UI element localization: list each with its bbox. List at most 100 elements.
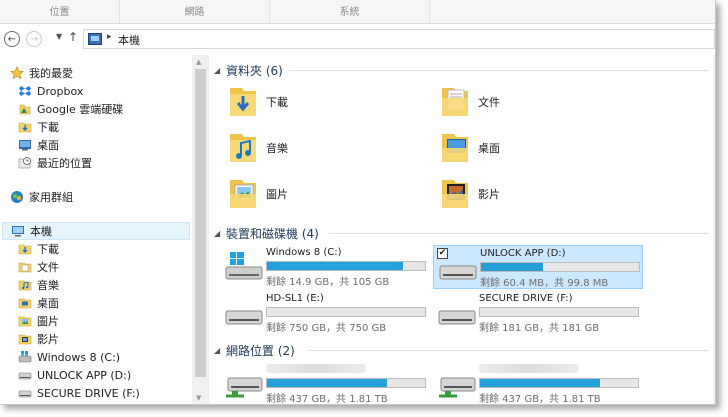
nav-item-drive-d[interactable]: UNLOCK APP (D:) <box>18 366 208 384</box>
scroll-down-icon[interactable]: ▼ <box>196 394 201 402</box>
nav-label: 圖片 <box>37 315 59 328</box>
documents-folder-icon <box>442 88 468 116</box>
ribbon-tabs: 位置 網路 系統 <box>0 0 715 24</box>
drive-status: 剩餘 437 GB，共 1.81 TB <box>266 394 388 405</box>
nav-label: 本機 <box>30 225 52 238</box>
group-header-devices[interactable]: ◢ 裝置和磁碟機 (4) <box>214 223 709 243</box>
folder-music[interactable]: 音樂 <box>218 128 418 172</box>
pictures-folder-icon <box>18 314 32 328</box>
drive-usage-fill <box>267 262 403 270</box>
divider <box>289 70 709 71</box>
folder-pictures[interactable]: 圖片 <box>218 174 418 218</box>
downloads-folder-icon <box>18 242 32 256</box>
drive-usage-bar <box>266 261 426 271</box>
collapse-icon[interactable]: ◢ <box>214 66 226 75</box>
divider <box>329 233 709 234</box>
removable-drive-icon <box>439 265 477 280</box>
pictures-folder-icon <box>230 180 256 208</box>
videos-folder-icon <box>18 332 32 346</box>
nav-item-downloads-pc[interactable]: 下載 <box>18 240 208 258</box>
hard-drive-icon <box>225 310 263 325</box>
nav-label: 我的最愛 <box>29 67 73 80</box>
drive-c[interactable]: Windows 8 (C:) 剩餘 14.9 GB，共 105 GB <box>220 245 430 289</box>
collapse-icon[interactable]: ◢ <box>214 346 226 355</box>
nav-item-desktop[interactable]: 桌面 <box>18 136 208 154</box>
nav-item-drive-c[interactable]: Windows 8 (C:) <box>18 348 208 366</box>
collapse-icon[interactable]: ◢ <box>214 229 226 238</box>
nav-item-documents[interactable]: 文件 <box>18 258 208 276</box>
folder-documents[interactable]: 文件 <box>430 82 630 126</box>
navigation-pane: 我的最愛 Dropbox Google 雲端硬碟 下載 桌面 最近的位置 家用群… <box>0 55 192 404</box>
drive-name: SECURE DRIVE (F:) <box>479 293 573 304</box>
nav-this-pc[interactable]: 本機 <box>2 222 190 240</box>
drive-d[interactable]: ✔ UNLOCK APP (D:) 剩餘 60.4 MB，共 99.8 MB <box>433 245 643 289</box>
nav-homegroup[interactable]: 家用群組 <box>10 188 200 206</box>
up-button[interactable]: ↑ <box>68 30 78 44</box>
removable-drive-icon <box>438 310 476 325</box>
desktop-folder-icon <box>18 296 32 310</box>
drive-status: 剩餘 181 GB，共 181 GB <box>479 323 600 334</box>
breadcrumb[interactable]: 本機 <box>118 32 140 48</box>
forward-button[interactable]: → <box>26 31 42 47</box>
back-button[interactable]: ← <box>4 31 20 47</box>
drive-name: HD-SL1 (E:) <box>266 293 324 304</box>
google-drive-icon <box>18 102 32 116</box>
nav-label: Google 雲端硬碟 <box>37 103 124 116</box>
content-scrollbar[interactable] <box>713 55 715 404</box>
drive-usage-bar <box>479 307 639 317</box>
nav-item-drive-f[interactable]: SECURE DRIVE (F:) <box>18 384 208 402</box>
nav-favorites[interactable]: 我的最愛 <box>10 64 200 82</box>
nav-label: 家用群組 <box>29 191 73 204</box>
tab-location[interactable]: 位置 <box>0 0 120 24</box>
breadcrumb-separator-icon[interactable]: ▸ <box>107 32 112 42</box>
folder-desktop[interactable]: 桌面 <box>430 128 630 172</box>
drive-usage-bar <box>266 378 426 388</box>
nav-item-desktop-pc[interactable]: 桌面 <box>18 294 208 312</box>
nav-label: UNLOCK APP (D:) <box>37 368 132 382</box>
tab-network[interactable]: 網路 <box>120 0 270 24</box>
folder-label: 下載 <box>266 96 288 109</box>
address-input[interactable]: ▸ 本機 <box>83 29 715 49</box>
nav-item-google-drive[interactable]: Google 雲端硬碟 <box>18 100 208 118</box>
nav-item-recent-places[interactable]: 最近的位置 <box>18 154 208 172</box>
nav-item-pictures[interactable]: 圖片 <box>18 312 208 330</box>
nav-item-videos[interactable]: 影片 <box>18 330 208 348</box>
nav-label: 下載 <box>37 121 59 134</box>
up-arrow-icon: ↑ <box>68 30 79 44</box>
recent-locations-dropdown[interactable]: ▼ <box>56 32 62 41</box>
homegroup-icon <box>10 190 24 204</box>
drive-usage-bar <box>480 262 640 272</box>
network-location-2[interactable]: 剩餘 437 GB，共 1.81 TB <box>433 362 643 404</box>
scroll-up-icon[interactable]: ▲ <box>196 58 201 66</box>
drive-status: 剩餘 14.9 GB，共 105 GB <box>266 277 390 288</box>
explorer-window: 位置 網路 系統 ← → ▼ ↑ ▸ 本機 我的最愛 Dropbox Googl… <box>0 0 716 405</box>
folder-videos[interactable]: 影片 <box>430 174 630 218</box>
nav-label: 桌面 <box>37 297 59 310</box>
folder-label: 桌面 <box>478 142 500 155</box>
tab-system[interactable]: 系統 <box>270 0 430 24</box>
windows-drive-icon <box>18 350 32 364</box>
network-location-1[interactable]: 剩餘 437 GB，共 1.81 TB <box>220 362 430 405</box>
nav-item-music[interactable]: 音樂 <box>18 276 208 294</box>
group-header-folders[interactable]: ◢ 資料夾 (6) <box>214 60 709 80</box>
desktop-icon <box>18 138 32 152</box>
nav-item-downloads[interactable]: 下載 <box>18 118 208 136</box>
folder-downloads[interactable]: 下載 <box>218 82 418 126</box>
drive-e[interactable]: HD-SL1 (E:) 剩餘 750 GB，共 750 GB <box>220 291 430 335</box>
nav-label: 影片 <box>37 333 59 346</box>
drive-usage-fill <box>267 379 388 387</box>
forward-arrow-icon: → <box>29 33 39 45</box>
scrollbar-thumb[interactable] <box>195 69 206 377</box>
navigation-scrollbar[interactable]: ▲ ▼ <box>192 55 209 404</box>
divider <box>309 350 709 351</box>
drive-name-blurred <box>266 364 366 376</box>
drive-name: Windows 8 (C:) <box>266 247 342 258</box>
nav-label: SECURE DRIVE (F:) <box>37 386 140 400</box>
group-title: 裝置和磁碟機 (4) <box>226 226 319 241</box>
computer-icon <box>11 224 25 238</box>
nav-item-dropbox[interactable]: Dropbox <box>18 82 208 100</box>
downloads-folder-icon <box>230 88 256 116</box>
drive-usage-bar <box>479 378 639 388</box>
drive-f[interactable]: SECURE DRIVE (F:) 剩餘 181 GB，共 181 GB <box>433 291 643 335</box>
group-header-network[interactable]: ◢ 網路位置 (2) <box>214 340 709 360</box>
